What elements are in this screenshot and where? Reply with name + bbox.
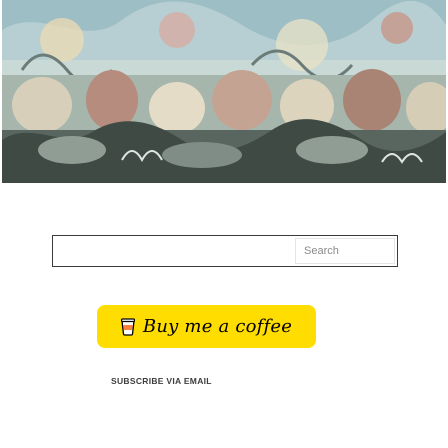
subscribe-heading: SUBSCRIBE VIA EMAIL <box>111 376 212 386</box>
illustration-graphic <box>2 0 446 183</box>
buy-me-a-coffee-button[interactable]: Buy me a coffee <box>97 305 316 348</box>
search-widget <box>52 235 398 267</box>
search-input[interactable] <box>295 238 395 264</box>
coffee-cup-icon <box>120 317 135 336</box>
header-illustration <box>2 0 446 183</box>
page: Buy me a coffee SUBSCRIBE VIA EMAIL <box>0 0 448 448</box>
buy-me-a-coffee-label: Buy me a coffee <box>142 316 293 337</box>
